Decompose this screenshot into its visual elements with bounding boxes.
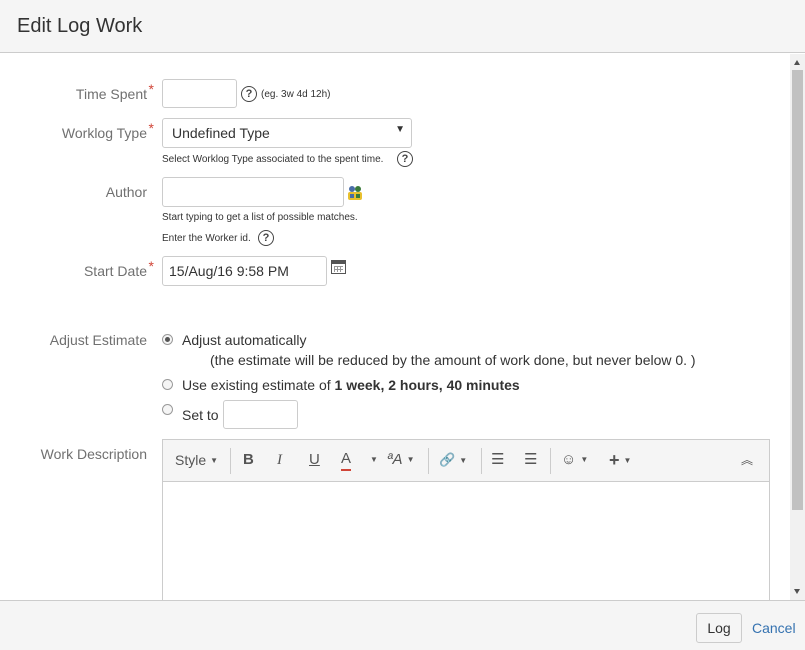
set-to-label: Set to [182, 407, 219, 423]
emoticon-icon: ☺ [561, 451, 577, 468]
dialog-header: Edit Log Work [0, 0, 805, 53]
plus-icon: + [609, 450, 620, 470]
cancel-link[interactable]: Cancel [752, 620, 796, 636]
author-id-hint: Enter the Worker id. [162, 233, 251, 244]
bullet-list-button[interactable]: ☰ [491, 451, 504, 469]
radio-set-to[interactable] [162, 404, 173, 415]
help-icon[interactable]: ? [397, 151, 413, 167]
user-picker-icon[interactable] [347, 185, 363, 201]
help-icon[interactable]: ? [241, 86, 257, 102]
numbered-list-icon: ☰ [524, 451, 538, 468]
scroll-down-icon[interactable] [794, 589, 800, 594]
toolbar-separator [481, 448, 482, 474]
chevron-down-icon: ▼ [459, 455, 468, 465]
start-date-label: Start Date * [83, 258, 154, 279]
chevron-down-icon: ▼ [395, 124, 405, 135]
toolbar-separator [550, 448, 551, 474]
worklog-type-label: Worklog Type * [61, 120, 154, 141]
adjust-automatically-label: Adjust automatically [182, 332, 307, 348]
worklog-type-select[interactable]: Undefined Type ▼ [162, 118, 412, 148]
work-description-editor: Style ▼ B I U A ▼ ªA ▼ 🔗 ▼ ☰ ☰ ☺ ▼ + ▼ ︽ [162, 439, 770, 600]
collapse-icon: ︽ [741, 453, 754, 467]
toolbar-separator [428, 448, 429, 474]
time-spent-label: Time Spent * [75, 81, 154, 102]
scroll-up-icon[interactable] [794, 60, 800, 65]
time-spent-input[interactable] [162, 79, 237, 108]
author-hint: Start typing to get a list of possible m… [162, 212, 358, 223]
underline-button[interactable]: U [309, 451, 320, 469]
bold-button[interactable]: B [243, 451, 254, 469]
bullet-list-icon: ☰ [491, 451, 505, 468]
calendar-icon[interactable] [331, 260, 346, 274]
set-to-input[interactable] [223, 400, 298, 429]
chevron-down-icon: ▼ [210, 456, 219, 466]
chevron-down-icon: ▼ [580, 455, 589, 465]
toolbar-separator [230, 448, 231, 474]
text-color-dropdown[interactable]: ▼ [366, 451, 378, 469]
chevron-down-icon: ▼ [623, 456, 632, 466]
start-date-input[interactable] [162, 256, 327, 286]
author-input[interactable] [162, 177, 344, 207]
chevron-down-icon: ▼ [370, 455, 378, 465]
editor-toolbar: Style ▼ B I U A ▼ ªA ▼ 🔗 ▼ ☰ ☰ ☺ ▼ + ▼ ︽ [163, 440, 769, 482]
text-color-button[interactable]: A [341, 451, 352, 471]
link-icon: 🔗 [439, 452, 456, 467]
work-description-label: Work Description [40, 446, 147, 462]
dialog-title: Edit Log Work [17, 15, 143, 37]
adjust-automatically-note: (the estimate will be reduced by the amo… [210, 352, 696, 368]
text-size-dropdown[interactable]: ªA ▼ [387, 451, 414, 469]
insert-dropdown[interactable]: + ▼ [609, 451, 631, 469]
required-marker: * [148, 258, 154, 274]
use-existing-label: Use existing estimate of 1 week, 2 hours… [182, 377, 520, 393]
radio-use-existing[interactable] [162, 379, 173, 390]
emoticon-dropdown[interactable]: ☺ ▼ [561, 451, 588, 469]
collapse-toolbar-button[interactable]: ︽ [741, 451, 753, 469]
time-spent-hint: (eg. 3w 4d 12h) [261, 89, 331, 100]
adjust-estimate-label: Adjust Estimate [49, 332, 147, 348]
radio-adjust-automatically[interactable] [162, 334, 173, 345]
style-dropdown[interactable]: Style ▼ [175, 451, 218, 469]
worklog-type-hint: Select Worklog Type associated to the sp… [162, 154, 384, 165]
scroll-thumb[interactable] [792, 70, 803, 510]
log-button[interactable]: Log [696, 613, 742, 643]
help-icon[interactable]: ? [258, 230, 274, 246]
dialog-footer: Log Cancel [0, 600, 805, 650]
italic-button[interactable]: I [277, 451, 282, 469]
link-dropdown[interactable]: 🔗 ▼ [439, 451, 467, 469]
required-marker: * [148, 120, 154, 136]
author-label: Author [105, 184, 147, 200]
scrollbar[interactable] [790, 54, 805, 600]
dialog-content: Time Spent * ? (eg. 3w 4d 12h) Worklog Ty… [0, 54, 790, 600]
numbered-list-button[interactable]: ☰ [524, 451, 537, 469]
required-marker: * [148, 81, 154, 97]
chevron-down-icon: ▼ [406, 455, 415, 465]
